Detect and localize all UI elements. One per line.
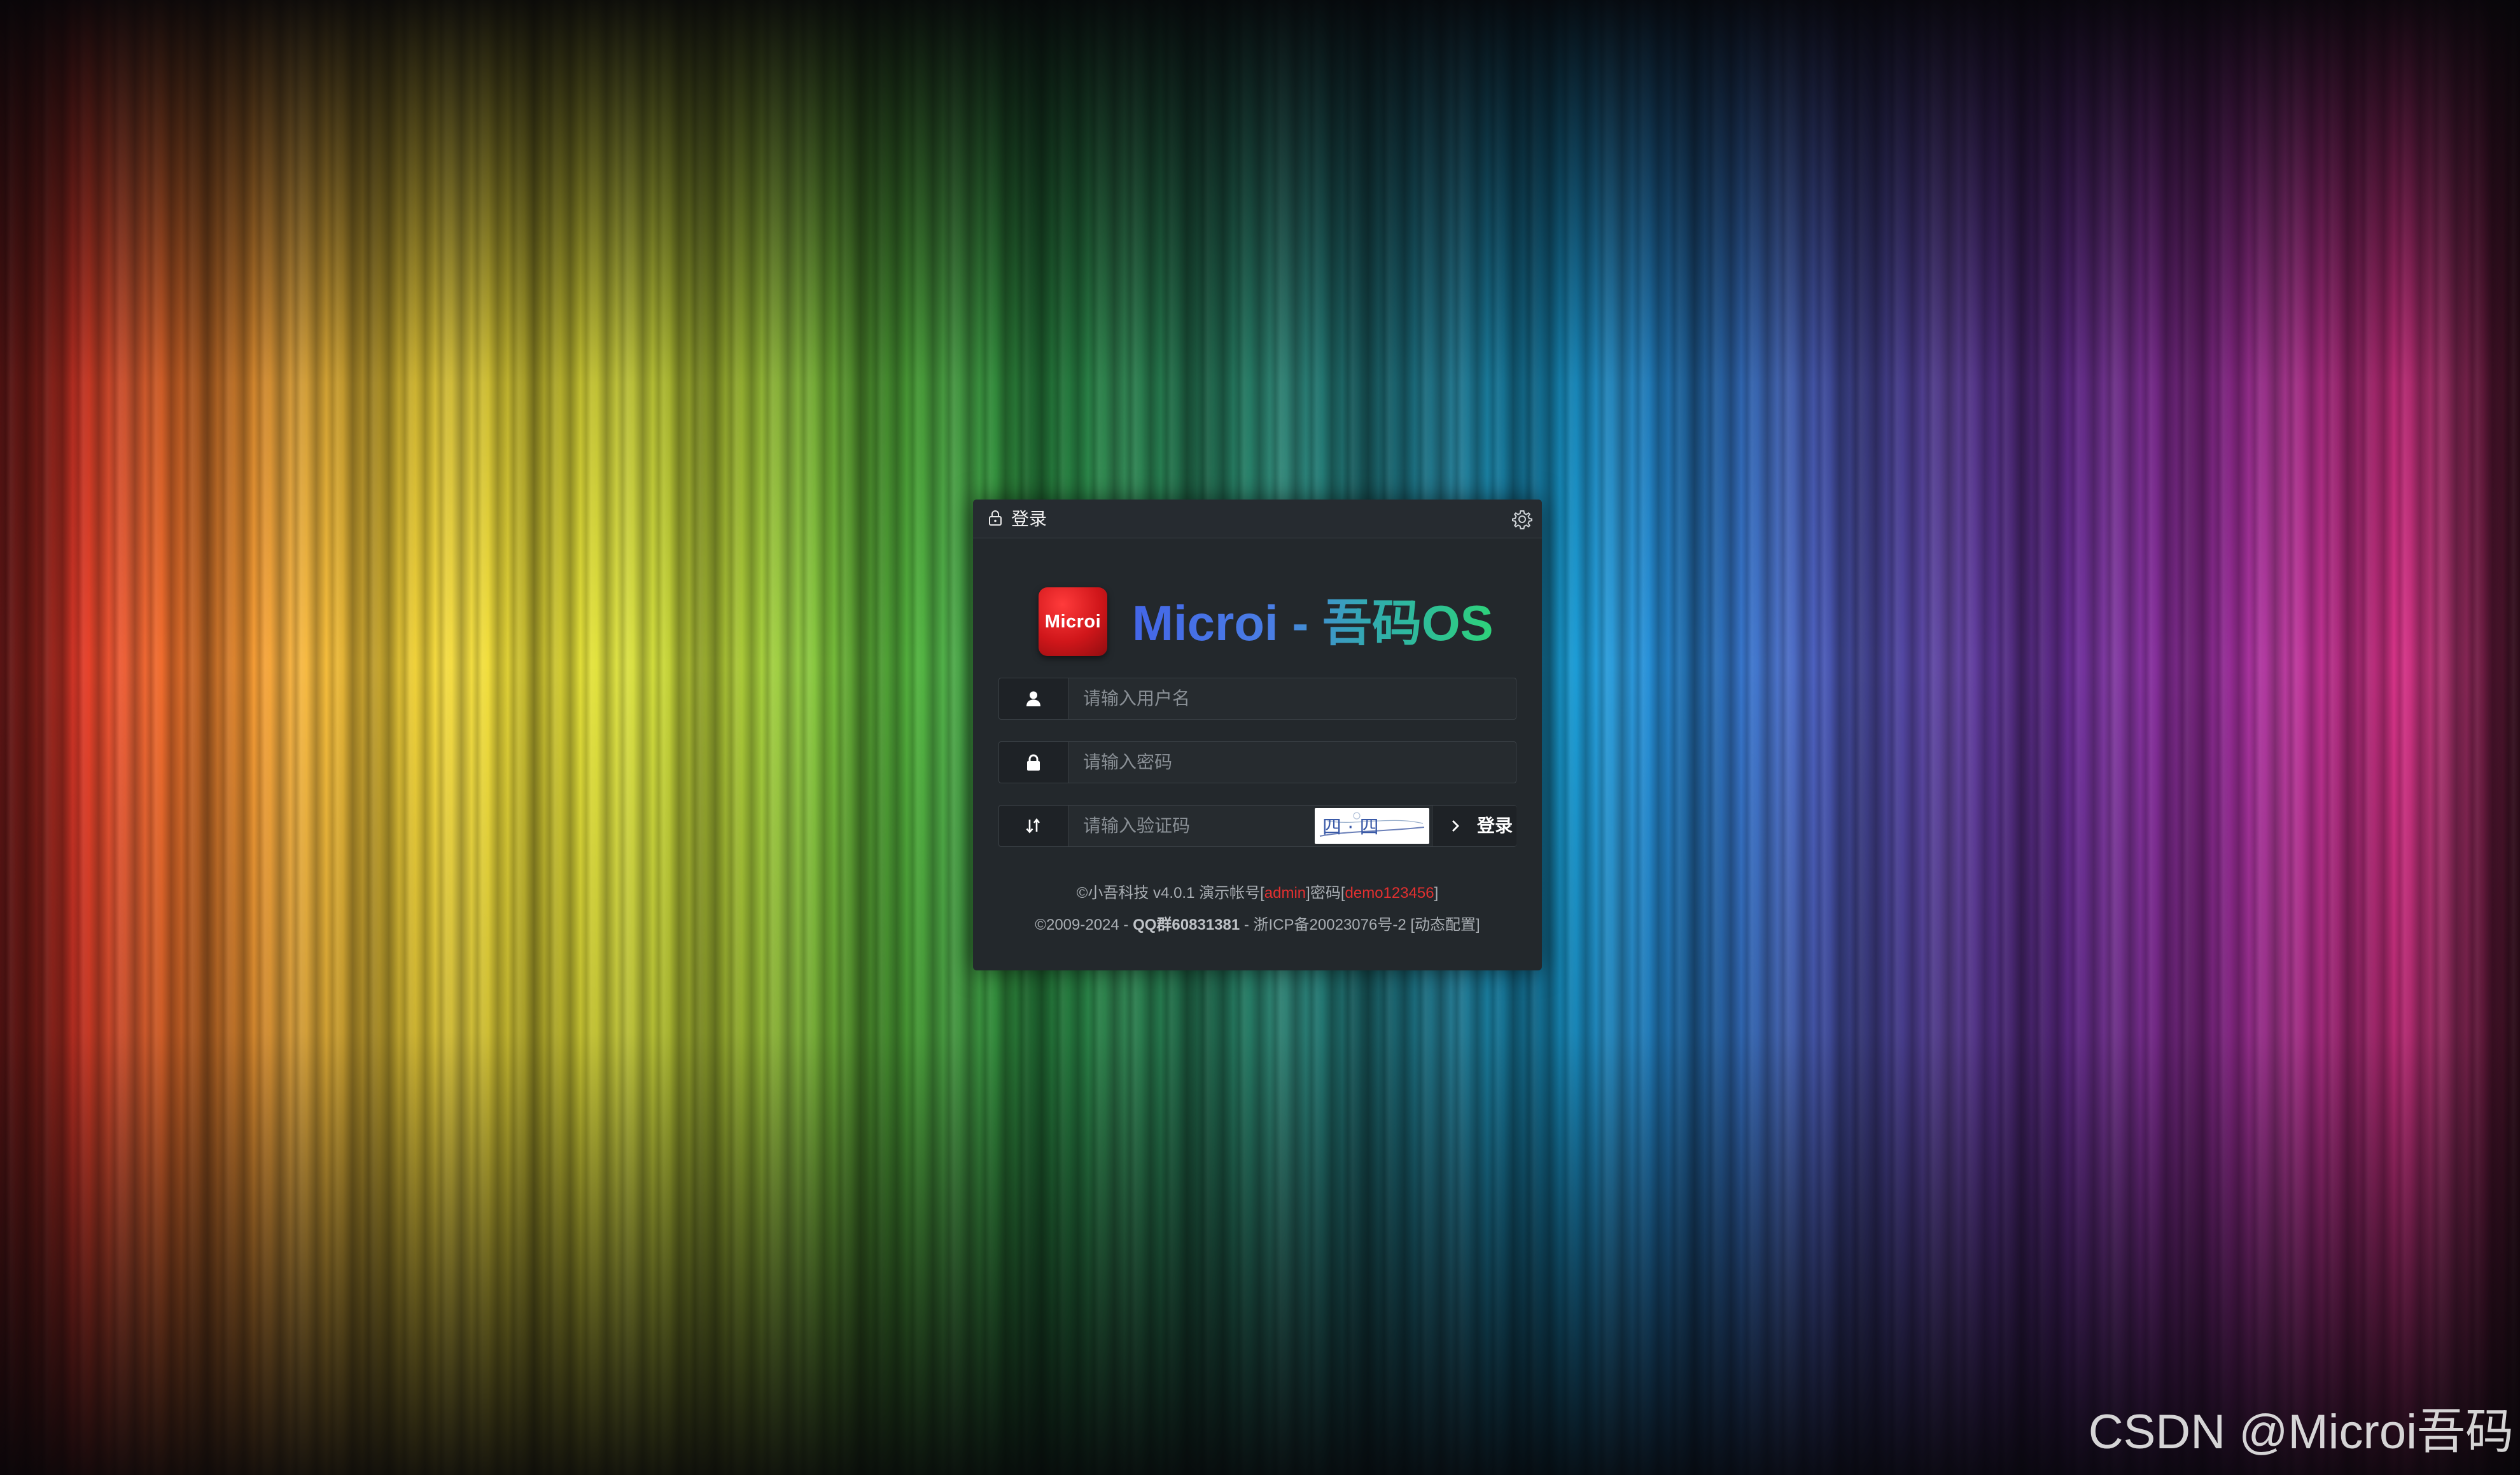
username-addon [999,678,1068,719]
username-input[interactable] [1069,678,1516,719]
captcha-image[interactable]: 四 · 四 [1315,808,1429,844]
gear-icon[interactable] [1511,508,1533,530]
brand-title: Microi - 吾码OS [1132,592,1494,654]
brand: Microi Microi - 吾码OS [1039,586,1494,662]
footer-prefix: ©小吾科技 v4.0.1 演示帐号[ [1076,884,1264,902]
password-input[interactable] [1069,742,1516,783]
csdn-watermark: CSDN @Microi吾码 [2088,1405,2514,1459]
login-button[interactable]: 登录 [1432,806,1516,846]
panel-title: 登录 [1011,509,1047,529]
qq-group: QQ群60831381 [1133,916,1240,933]
microi-logo: Microi [1039,587,1107,656]
footer-copyright: ©2009-2024 - QQ群60831381 - 浙ICP备20023076… [973,916,1542,935]
lock-icon [989,510,1002,526]
user-icon [1026,691,1040,706]
copyright-text: ©2009-2024 - [1035,916,1133,933]
captcha-input[interactable] [1069,806,1312,846]
captcha-text: 四 · 四 [1322,816,1379,839]
captcha-addon [999,806,1068,846]
demo-password: demo123456 [1345,884,1434,902]
demo-account: admin [1264,884,1306,902]
lock-icon [1027,754,1040,771]
footer-suffix: ] [1434,884,1439,902]
login-button-label: 登录 [1477,816,1513,835]
sort-icon [1026,818,1040,834]
panel-header: 登录 [973,500,1542,538]
password-field [998,741,1516,783]
captcha-graphic: 四 · 四 [1315,808,1429,844]
password-addon [999,742,1068,783]
dynamic-config-link[interactable]: [动态配置] [1410,916,1480,933]
username-field [998,678,1516,720]
login-panel: 登录 Microi Microi - 吾码OS 请输入用户名 请输入验证码 四 … [973,500,1542,970]
chevron-right-icon [1452,820,1459,832]
footer-mid: ]密码[ [1306,884,1345,902]
captcha-field: 四 · 四 登录 [998,805,1516,847]
footer-demo-info: ©小吾科技 v4.0.1 演示帐号[admin]密码[demo123456] [973,884,1542,903]
icp-text: - 浙ICP备20023076号-2 [1240,916,1411,933]
